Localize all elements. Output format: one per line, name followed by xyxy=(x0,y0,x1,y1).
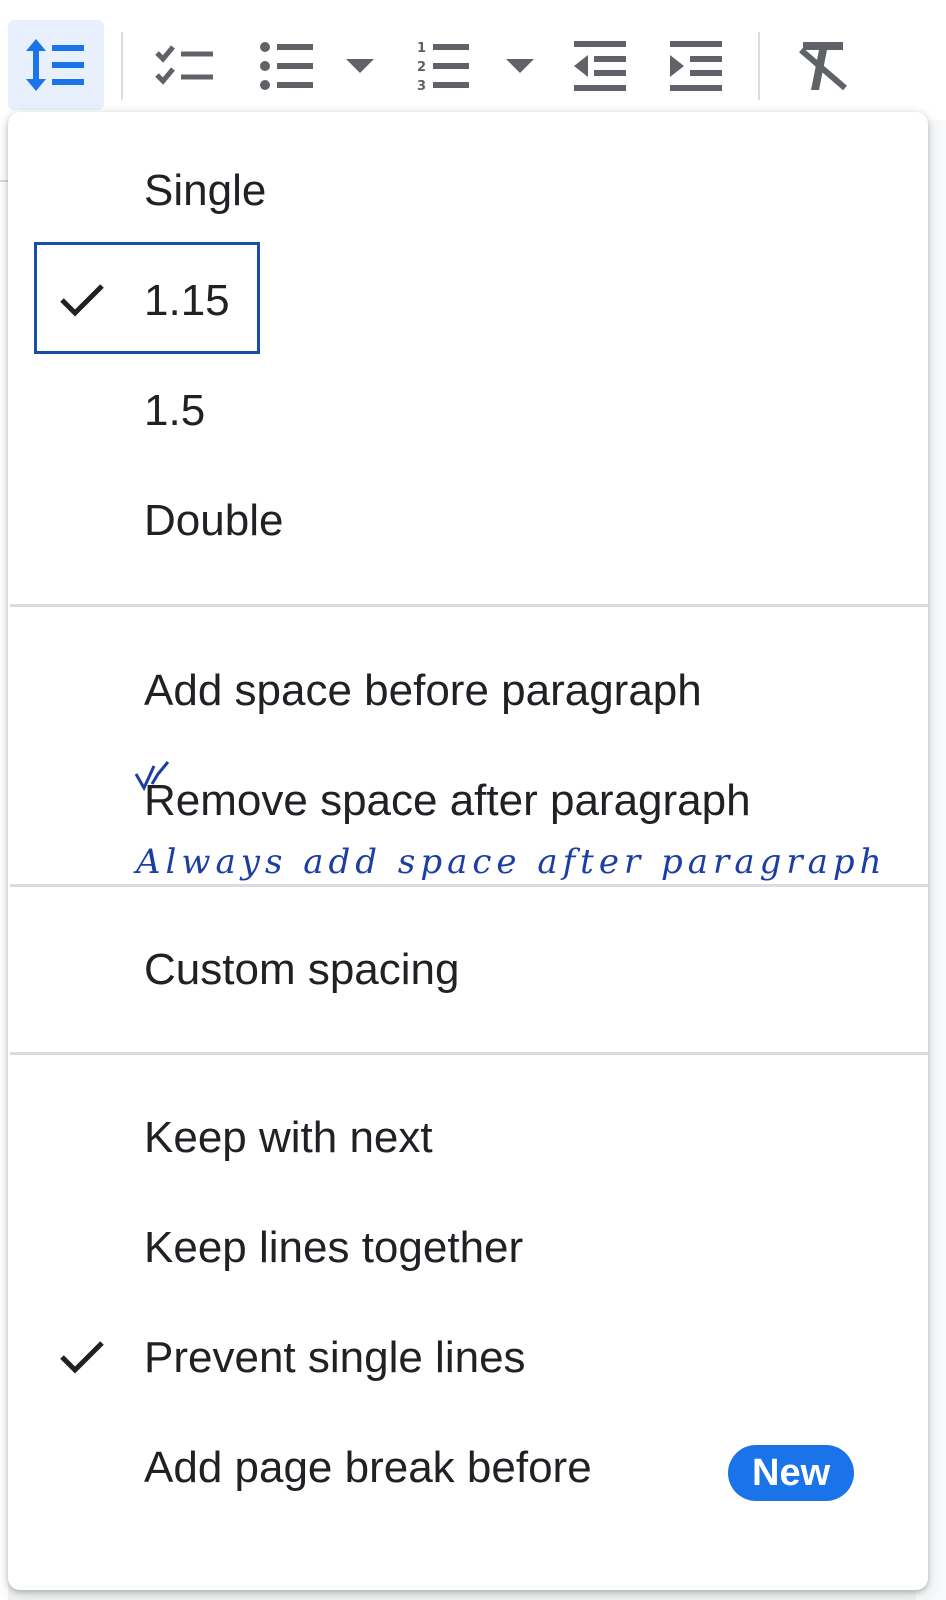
menu-item-1-15[interactable]: 1.15 xyxy=(8,246,928,356)
toolbar-separator xyxy=(758,32,760,100)
menu-item-label: Keep with next xyxy=(144,1113,433,1162)
handwritten-annotation: Always add space after paragraph xyxy=(136,842,887,882)
menu-item-1-5[interactable]: 1.5 xyxy=(8,356,928,466)
clear-formatting-icon xyxy=(799,42,847,90)
menu-item-add-space-before[interactable]: Add space before paragraph xyxy=(8,636,928,746)
menu-divider xyxy=(10,1052,928,1055)
decrease-indent-icon xyxy=(574,41,626,91)
line-spacing-icon xyxy=(26,39,84,91)
toolbar-separator xyxy=(121,32,123,100)
menu-item-label: Prevent single lines xyxy=(144,1333,526,1382)
chevron-down-icon xyxy=(346,59,374,73)
increase-indent-icon xyxy=(670,41,722,91)
menu-item-label: 1.5 xyxy=(144,386,206,435)
clear-formatting-button[interactable] xyxy=(790,36,856,96)
checkmark-icon xyxy=(60,284,104,317)
menu-item-label: 1.15 xyxy=(144,276,230,325)
bulleted-list-dropdown[interactable] xyxy=(340,52,380,82)
bulleted-list-button[interactable] xyxy=(256,36,318,96)
svg-text:1: 1 xyxy=(417,41,426,56)
checklist-button[interactable] xyxy=(150,36,220,96)
checklist-icon xyxy=(155,45,213,85)
menu-item-keep-with-next[interactable]: Keep with next xyxy=(8,1083,928,1193)
numbered-list-dropdown[interactable] xyxy=(500,52,540,82)
checkmark-icon xyxy=(60,1341,104,1374)
line-spacing-button[interactable] xyxy=(8,20,104,110)
menu-item-double[interactable]: Double xyxy=(8,466,928,576)
menu-item-label: Remove space after paragraph xyxy=(144,776,751,825)
numbered-list-button[interactable]: 1 2 3 xyxy=(412,36,474,96)
decrease-indent-button[interactable] xyxy=(568,36,632,96)
menu-item-label: Custom spacing xyxy=(144,945,460,994)
bulleted-list-icon xyxy=(260,42,313,90)
numbered-list-icon: 1 2 3 xyxy=(417,41,469,92)
new-badge: New xyxy=(728,1445,855,1501)
svg-text:3: 3 xyxy=(417,79,426,92)
menu-item-label: Add space before paragraph xyxy=(144,666,702,715)
menu-item-custom-spacing[interactable]: Custom spacing xyxy=(8,915,928,1025)
menu-item-label: Double xyxy=(144,496,284,545)
menu-item-label: Add page break before xyxy=(144,1443,592,1492)
menu-item-keep-lines-together[interactable]: Keep lines together xyxy=(8,1193,928,1303)
menu-divider xyxy=(10,604,928,607)
menu-item-add-page-break-before[interactable]: Add page break before New xyxy=(8,1413,928,1523)
formatting-toolbar: 1 2 3 xyxy=(0,0,946,120)
document-edge xyxy=(0,120,8,1600)
menu-divider xyxy=(10,884,928,887)
menu-item-remove-space-after[interactable]: Remove space after paragraph xyxy=(8,746,928,856)
menu-item-label: Keep lines together xyxy=(144,1223,524,1272)
menu-item-prevent-single-lines[interactable]: Prevent single lines xyxy=(8,1303,928,1413)
menu-item-single[interactable]: Single xyxy=(8,136,928,246)
svg-text:2: 2 xyxy=(417,60,426,75)
chevron-down-icon xyxy=(506,59,534,73)
menu-item-label: Single xyxy=(144,166,267,215)
line-spacing-menu: Single 1.15 1.5 Double Add space before … xyxy=(8,112,928,1590)
increase-indent-button[interactable] xyxy=(664,36,728,96)
